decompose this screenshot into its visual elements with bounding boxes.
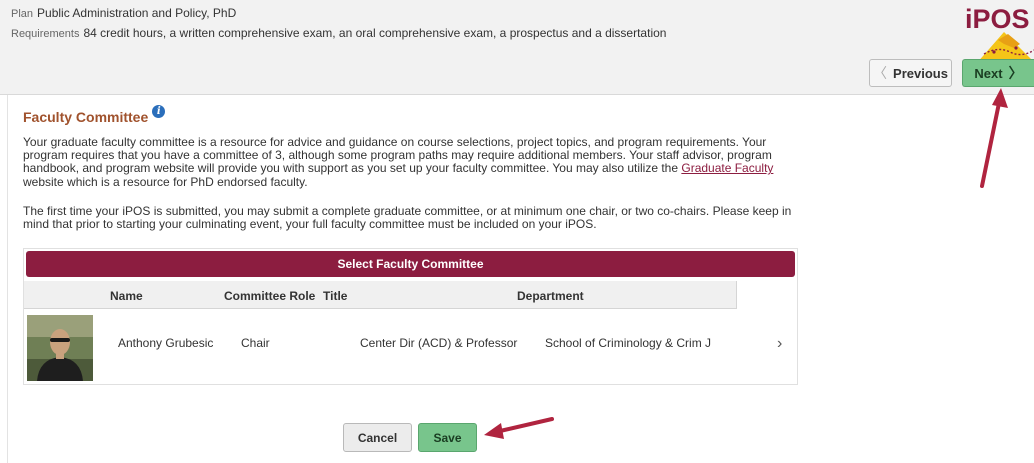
intro-paragraph: Your graduate faculty committee is a res…	[23, 135, 813, 189]
avatar	[27, 315, 93, 381]
grid-title: Select Faculty Committee	[26, 251, 795, 277]
page-title-text: Faculty Committee	[23, 109, 149, 125]
page-left-border	[0, 95, 8, 463]
cell-department: School of Criminology & Crim J	[545, 336, 712, 350]
cell-title: Center Dir (ACD) & Professor	[360, 336, 518, 350]
graduate-faculty-link[interactable]: Graduate Faculty	[681, 161, 773, 175]
arrow-to-save-icon	[484, 417, 554, 439]
plan-header: Plan Public Administration and Policy, Ph…	[0, 0, 1034, 95]
column-header-title: Title	[323, 289, 348, 303]
logo-text: iPOS	[965, 4, 1030, 34]
intro-text-before-link: Your graduate faculty committee is a res…	[23, 135, 772, 176]
faculty-photo	[27, 315, 93, 381]
requirements-value: 84 credit hours, a written comprehensive…	[83, 26, 667, 40]
ipos-logo: iPOS	[958, 4, 1034, 64]
plan-line: Plan Public Administration and Policy, Ph…	[11, 6, 236, 20]
save-button[interactable]: Save	[418, 423, 477, 452]
column-header-department: Department	[517, 289, 584, 303]
chevron-left-icon: 〈	[873, 65, 888, 81]
intro-text-after-link: website which is a resource for PhD endo…	[23, 174, 308, 189]
next-button[interactable]: Next 〉	[962, 59, 1034, 87]
requirements-label: Requirements	[11, 28, 80, 40]
column-header-name: Name	[110, 289, 143, 303]
chevron-right-icon: 〉	[1008, 65, 1023, 81]
chevron-right-icon[interactable]: ›	[777, 335, 782, 353]
previous-label: Previous	[893, 65, 948, 81]
requirements-line: Requirements 84 credit hours, a written c…	[11, 26, 666, 40]
previous-button[interactable]: 〈 Previous	[869, 59, 952, 87]
arrow-to-next-icon	[980, 88, 1008, 188]
info-icon[interactable]: i	[152, 104, 166, 118]
next-label: Next	[974, 65, 1003, 81]
cell-committee-role: Chair	[241, 336, 270, 350]
submission-paragraph: The first time your iPOS is submitted, y…	[23, 204, 792, 232]
faculty-committee-grid: Select Faculty Committee Name Committee …	[23, 248, 798, 385]
page-title: Faculty Committee i	[23, 104, 166, 125]
column-header-committee-role: Committee Role	[224, 289, 316, 303]
cancel-button[interactable]: Cancel	[343, 423, 412, 452]
plan-label: Plan	[11, 8, 34, 20]
cell-name: Anthony Grubesic	[118, 336, 214, 350]
grid-header-row: Name Committee Role Title Department	[24, 281, 737, 309]
plan-value: Public Administration and Policy, PhD	[37, 6, 237, 20]
table-row[interactable]: Anthony Grubesic Chair Center Dir (ACD) …	[24, 311, 797, 385]
